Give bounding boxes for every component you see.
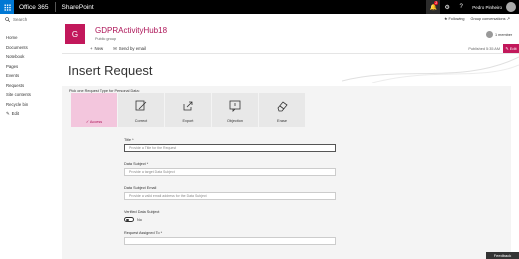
tile-access[interactable]: ✓ Access bbox=[71, 93, 117, 127]
suite-bar: Office 365 SharePoint 🔔 2 ⚙ ? Pedro Pinh… bbox=[0, 0, 519, 14]
nav-item-pages[interactable]: Pages bbox=[0, 62, 62, 72]
nav-item-site-contents[interactable]: Site contents bbox=[0, 90, 62, 100]
app-launcher-button[interactable] bbox=[0, 0, 14, 14]
form-canvas: Pick one Request Type for Personal Data:… bbox=[62, 86, 511, 259]
data-subject-input[interactable]: Provide a target Data Subject bbox=[124, 168, 336, 176]
edit-icon bbox=[134, 99, 148, 113]
tile-correct-label: Correct bbox=[134, 119, 148, 123]
search-icon bbox=[5, 17, 10, 22]
command-bar: + New ✉ Send by email Published 5:35 AM ✎ E… bbox=[62, 44, 519, 54]
tile-access-text: Access bbox=[89, 120, 103, 124]
sharepoint-app-link[interactable]: SharePoint bbox=[56, 4, 94, 11]
following-label: Following bbox=[448, 17, 465, 21]
tile-erase-label: Erase bbox=[277, 119, 287, 123]
site-subtitle: Public group bbox=[95, 37, 117, 41]
scrollbar[interactable] bbox=[512, 86, 519, 252]
title-label: Title * bbox=[124, 138, 134, 142]
data-subject-label: Data Subject * bbox=[124, 162, 149, 166]
nav-edit-label: Edit bbox=[11, 111, 20, 116]
feedback-button[interactable]: Feedback bbox=[486, 252, 519, 259]
nav-item-documents[interactable]: Documents bbox=[0, 43, 62, 53]
verified-value: No bbox=[137, 217, 142, 222]
new-label: New bbox=[94, 46, 104, 51]
request-type-picker: ✓ Access Correct Export Objection Erase bbox=[71, 93, 305, 127]
following-button[interactable]: ★ Following bbox=[444, 16, 465, 21]
gear-icon: ⚙ bbox=[444, 4, 450, 11]
waffle-icon bbox=[3, 3, 11, 11]
user-name[interactable]: Pedro Pinheiro bbox=[468, 5, 506, 10]
title-input[interactable]: Provide a Title for the Request bbox=[124, 144, 336, 152]
site-header: G GDPRActivityHub18 Public group ★ Follo… bbox=[62, 14, 519, 44]
assigned-to-field: Request Assigned To * bbox=[124, 231, 336, 245]
assigned-to-label: Request Assigned To * bbox=[124, 231, 163, 235]
eraser-icon bbox=[275, 99, 289, 113]
office365-brand[interactable]: Office 365 bbox=[14, 4, 55, 11]
site-logo[interactable]: G bbox=[65, 24, 85, 44]
send-by-email-label: Send by email bbox=[118, 46, 146, 51]
notification-badge: 2 bbox=[434, 1, 439, 5]
settings-button[interactable]: ⚙ bbox=[440, 0, 454, 14]
verified-label: Verified Data Subject bbox=[124, 210, 160, 214]
tile-correct[interactable]: Correct bbox=[118, 93, 164, 127]
nav-item-requests[interactable]: Requests bbox=[0, 81, 62, 91]
page-title: Insert Request bbox=[68, 63, 153, 78]
site-title[interactable]: GDPRActivityHub18 bbox=[95, 26, 167, 35]
members-button[interactable]: 1 member bbox=[486, 31, 512, 38]
edit-page-label: Edit bbox=[509, 46, 517, 51]
edit-page-button[interactable]: ✎ Edit bbox=[503, 44, 519, 53]
notifications-button[interactable]: 🔔 2 bbox=[426, 0, 441, 14]
nav-item-home[interactable]: Home bbox=[0, 33, 62, 43]
pencil-icon: ✎ bbox=[6, 111, 10, 116]
left-navigation: Search Home Documents Notebook Pages Eve… bbox=[0, 14, 62, 259]
members-label: 1 member bbox=[495, 32, 513, 37]
help-button[interactable]: ? bbox=[454, 0, 468, 14]
data-subject-email-field: Data Subject Email Provide a valid email… bbox=[124, 186, 336, 200]
verified-toggle[interactable] bbox=[124, 217, 134, 222]
external-link-icon: ↗ bbox=[505, 17, 510, 21]
search-box[interactable]: Search bbox=[0, 14, 62, 25]
group-conversations-label: Group conversations bbox=[470, 17, 506, 21]
help-icon: ? bbox=[459, 4, 463, 10]
objection-icon bbox=[228, 99, 242, 113]
user-avatar[interactable] bbox=[506, 2, 516, 12]
nav-item-recycle-bin[interactable]: Recycle bin bbox=[0, 100, 62, 110]
pencil-icon: ✎ bbox=[505, 46, 509, 51]
title-field: Title * Provide a Title for the Request bbox=[124, 138, 336, 152]
plus-icon: + bbox=[90, 46, 93, 51]
new-button[interactable]: + New bbox=[90, 46, 103, 51]
tile-erase[interactable]: Erase bbox=[259, 93, 305, 127]
published-status: Published 5:35 AM bbox=[468, 46, 500, 51]
tile-export-label: Export bbox=[182, 119, 194, 123]
data-subject-email-input[interactable]: Provide a valid email address for the Da… bbox=[124, 192, 336, 200]
data-subject-email-label: Data Subject Email bbox=[124, 186, 157, 190]
mail-icon: ✉ bbox=[113, 45, 117, 51]
tile-objection[interactable]: Objection bbox=[212, 93, 258, 127]
export-icon bbox=[181, 99, 195, 113]
nav-item-notebook[interactable]: Notebook bbox=[0, 52, 62, 62]
group-conversations-link[interactable]: Group conversations ↗ bbox=[471, 16, 510, 21]
verified-field: Verified Data Subject No bbox=[124, 210, 336, 222]
page-title-banner: Insert Request bbox=[62, 55, 519, 83]
tile-access-label: ✓ Access bbox=[86, 119, 102, 124]
tile-objection-label: Objection bbox=[226, 119, 244, 123]
assigned-to-input[interactable] bbox=[124, 237, 336, 245]
search-placeholder: Search bbox=[13, 17, 28, 22]
title-decoration bbox=[342, 56, 519, 83]
member-avatar bbox=[486, 31, 493, 38]
nav-item-events[interactable]: Events bbox=[0, 71, 62, 81]
nav-edit-link[interactable]: ✎ Edit bbox=[0, 109, 62, 119]
data-subject-field: Data Subject * Provide a target Data Sub… bbox=[124, 162, 336, 176]
tile-export[interactable]: Export bbox=[165, 93, 211, 127]
send-by-email-button[interactable]: ✉ Send by email bbox=[113, 46, 146, 52]
